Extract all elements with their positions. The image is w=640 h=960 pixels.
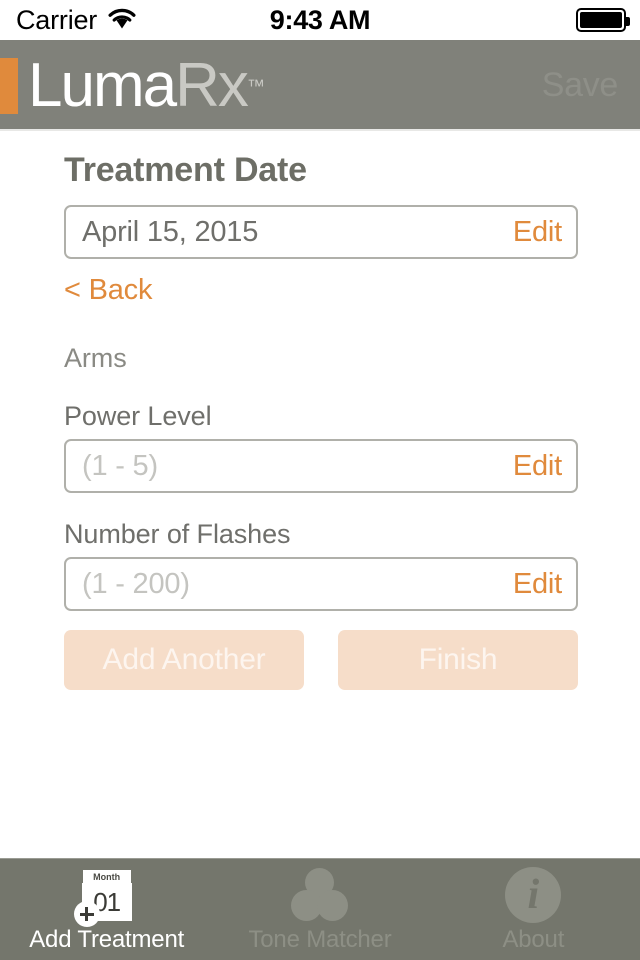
- tone-matcher-icon: [290, 868, 349, 922]
- treatment-date-value: April 15, 2015: [82, 215, 259, 248]
- tab-tone-matcher[interactable]: Tone Matcher: [213, 858, 426, 960]
- number-of-flashes-field[interactable]: (1 - 200) Edit: [64, 557, 578, 611]
- number-of-flashes-label: Number of Flashes: [64, 519, 291, 549]
- number-of-flashes-input[interactable]: (1 - 200): [82, 568, 190, 601]
- number-of-flashes-edit-button[interactable]: Edit: [513, 568, 562, 601]
- tab-about-label: About: [502, 926, 565, 953]
- tab-add-treatment[interactable]: Month 01 Add Treatment: [0, 858, 213, 960]
- calendar-icon-header: Month: [81, 869, 132, 884]
- logo-primary-text: Luma: [28, 51, 177, 120]
- about-icon-glyph: i: [527, 872, 540, 918]
- about-icon-circle: i: [505, 867, 562, 923]
- body-area-label: Arms: [64, 343, 127, 373]
- power-level-field[interactable]: (1 - 5) Edit: [64, 439, 578, 493]
- status-bar-time: 9:43 AM: [269, 4, 371, 35]
- logo-secondary-text: Rx: [175, 51, 249, 120]
- app-logo: LumaRx™: [0, 54, 265, 118]
- power-level-label: Power Level: [64, 401, 212, 431]
- power-level-input[interactable]: (1 - 5): [82, 450, 158, 483]
- calendar-icon-month-label: Month: [93, 871, 121, 882]
- treatment-date-edit-button[interactable]: Edit: [513, 216, 562, 249]
- logo-trademark: ™: [246, 76, 265, 96]
- tone-circle-right: [316, 890, 348, 921]
- status-bar-right: [576, 8, 630, 32]
- tab-tone-matcher-label: Tone Matcher: [248, 926, 392, 953]
- navbar-underline: [0, 129, 640, 131]
- finish-button[interactable]: Finish: [338, 630, 578, 690]
- info-circle-icon: i: [505, 866, 562, 924]
- tab-about[interactable]: i About: [427, 858, 640, 960]
- back-link[interactable]: < Back: [64, 274, 152, 307]
- logo-orange-bar: [0, 58, 18, 114]
- save-button[interactable]: Save: [542, 40, 619, 131]
- page-title: Treatment Date: [64, 151, 307, 189]
- add-another-button[interactable]: Add Another: [64, 630, 304, 690]
- battery-full-icon: [576, 8, 630, 32]
- tab-add-treatment-label: Add Treatment: [29, 926, 185, 953]
- navigation-bar: LumaRx™ Save: [0, 40, 640, 131]
- logo-text: LumaRx™: [28, 55, 265, 117]
- app-root: Carrier 9:43 AM LumaRx™ Save Treatment D…: [0, 0, 640, 960]
- calendar-icon: Month 01: [73, 869, 132, 927]
- three-circles-icon: [290, 866, 349, 924]
- status-bar: Carrier 9:43 AM: [0, 0, 640, 40]
- treatment-date-field[interactable]: April 15, 2015 Edit: [64, 205, 578, 259]
- plus-badge-icon: [73, 901, 100, 927]
- tab-bar: Month 01 Add Treatment Tone Matcher i Ab…: [0, 858, 640, 960]
- calendar-plus-icon: Month 01: [73, 866, 132, 927]
- power-level-edit-button[interactable]: Edit: [513, 450, 562, 483]
